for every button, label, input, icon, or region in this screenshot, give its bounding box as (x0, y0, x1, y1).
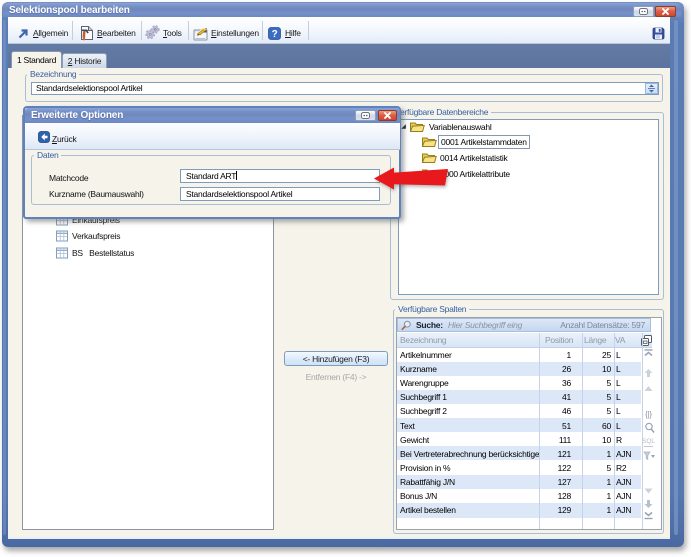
svg-text:?: ? (272, 29, 278, 40)
